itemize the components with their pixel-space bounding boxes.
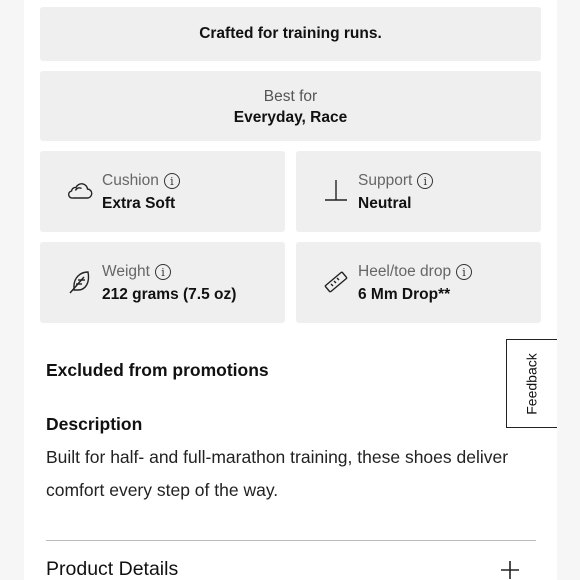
spec-label-heel-toe-drop: Heel/toe drop [358,263,452,280]
spec-card-weight: Weight i 212 grams (7.5 oz) [40,242,285,323]
feedback-label: Feedback [524,352,541,415]
best-for-value: Everyday, Race [233,109,348,126]
divider [46,540,536,541]
ruler-icon [322,268,350,296]
spec-card-heel-toe-drop: Heel/toe drop i 6 Mm Drop** [296,242,541,323]
tagline-text: Crafted for training runs. [199,25,382,42]
spec-value-cushion: Extra Soft [102,195,176,212]
spec-card-cushion: Cushion i Extra Soft [40,151,285,232]
best-for-card: Best for Everyday, Race [40,71,541,141]
spec-card-support: Support i Neutral [296,151,541,232]
feedback-tab[interactable]: Feedback [506,339,557,428]
info-icon[interactable]: i [417,173,434,189]
spec-label-cushion: Cushion [102,172,159,189]
info-icon[interactable]: i [154,264,171,280]
excluded-from-promotions: Excluded from promotions [46,360,269,380]
description-body: Built for half- and full-marathon traini… [46,447,509,500]
tagline-card: Crafted for training runs. [40,7,541,61]
support-icon [322,177,350,205]
product-details-toggle[interactable]: Product Details [46,558,178,580]
best-for-label: Best for [263,88,318,105]
spec-value-support: Neutral [358,195,412,212]
spec-label-weight: Weight [102,263,150,280]
cloud-icon [66,177,94,205]
feather-icon [66,268,94,296]
spec-value-heel-toe-drop: 6 Mm Drop** [358,286,451,303]
info-icon[interactable]: i [456,264,473,280]
product-info-panel: Crafted for training runs. Best for Ever… [24,0,557,580]
info-icon[interactable]: i [163,173,180,189]
spec-value-weight: 212 grams (7.5 oz) [102,286,237,303]
description-title: Description [46,414,143,434]
plus-icon[interactable] [500,560,520,580]
spec-label-support: Support [358,172,413,189]
